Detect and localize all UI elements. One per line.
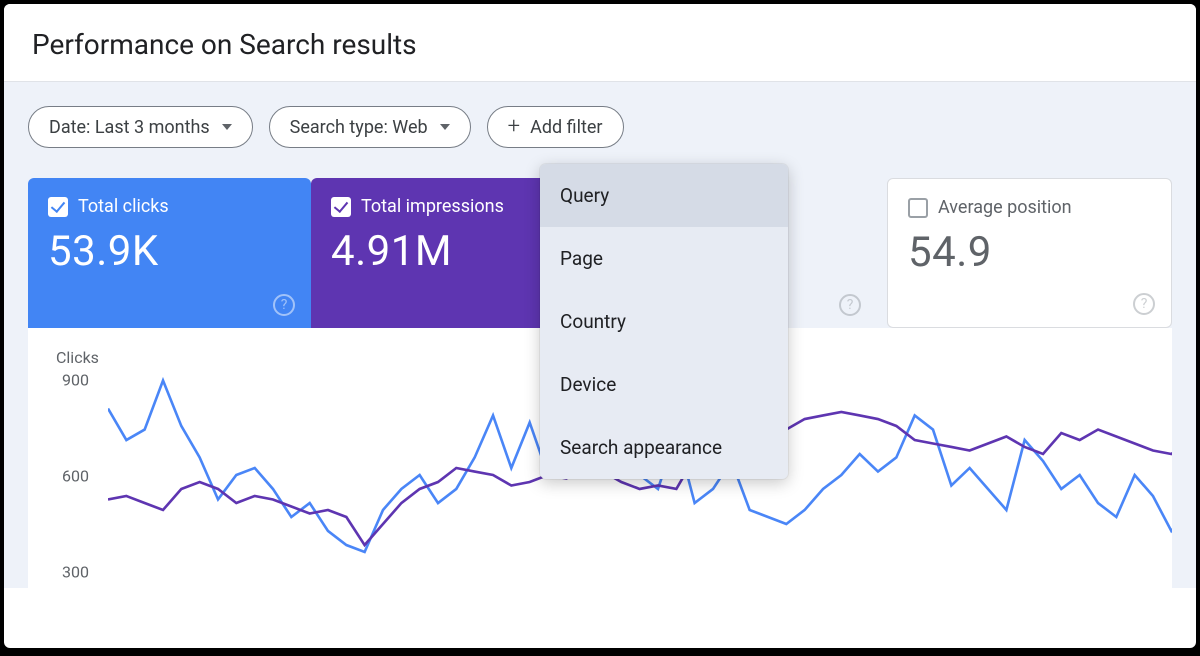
y-tick: 600 bbox=[62, 467, 89, 486]
chart-y-label: Clicks bbox=[56, 348, 99, 367]
metric-value: 4.91M bbox=[331, 227, 574, 276]
page-title: Performance on Search results bbox=[32, 28, 1168, 61]
dropdown-item-device[interactable]: Device bbox=[540, 353, 788, 416]
help-icon[interactable]: ? bbox=[273, 294, 295, 316]
dropdown-item-country[interactable]: Country bbox=[540, 290, 788, 353]
chevron-down-icon bbox=[440, 124, 450, 130]
metric-value: 53.9K bbox=[48, 227, 291, 276]
help-icon[interactable]: ? bbox=[839, 294, 861, 316]
add-filter-dropdown: QueryPageCountryDeviceSearch appearance bbox=[540, 164, 788, 479]
y-tick: 900 bbox=[62, 371, 89, 390]
filter-date-label: Date: Last 3 months bbox=[49, 117, 210, 138]
dropdown-item-query[interactable]: Query bbox=[540, 164, 788, 227]
add-filter-label: Add filter bbox=[530, 117, 602, 138]
metric-label: Total clicks bbox=[78, 196, 169, 217]
filter-search-type[interactable]: Search type: Web bbox=[269, 106, 471, 148]
add-filter-button[interactable]: + Add filter bbox=[487, 106, 624, 148]
checkbox-unchecked-icon[interactable] bbox=[908, 198, 928, 218]
metric-label: Average position bbox=[938, 197, 1072, 218]
checkbox-checked-icon[interactable] bbox=[331, 197, 351, 217]
metric-label: Total impressions bbox=[361, 196, 504, 217]
metric-card-clicks[interactable]: Total clicks 53.9K ? bbox=[28, 178, 311, 328]
dropdown-item-page[interactable]: Page bbox=[540, 227, 788, 290]
metric-value: 54.9 bbox=[908, 228, 1151, 277]
y-tick: 300 bbox=[62, 563, 89, 582]
metric-card-position[interactable]: Average position 54.9 ? bbox=[887, 178, 1172, 328]
filter-search-type-label: Search type: Web bbox=[290, 117, 428, 138]
plus-icon: + bbox=[508, 116, 520, 138]
checkbox-checked-icon[interactable] bbox=[48, 197, 68, 217]
filter-date[interactable]: Date: Last 3 months bbox=[28, 106, 253, 148]
chevron-down-icon bbox=[222, 124, 232, 130]
header: Performance on Search results bbox=[4, 4, 1196, 82]
help-icon[interactable]: ? bbox=[1133, 293, 1155, 315]
dropdown-item-search-appearance[interactable]: Search appearance bbox=[540, 416, 788, 479]
